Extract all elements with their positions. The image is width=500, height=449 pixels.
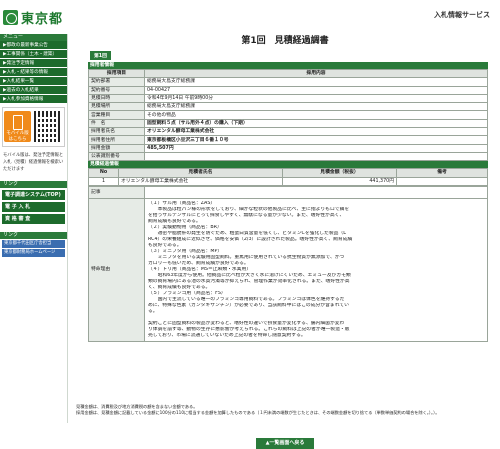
adopter-section-header: 採用者情報 (88, 62, 488, 69)
result-panel: 採用者情報 採用項目 採用内容 契約部署 総務局大島支庁総務課 契約番号 04-00… (88, 62, 488, 342)
table-row: 契約部署 総務局大島支庁総務課 (88, 77, 488, 87)
table-row: 1 オリエンタル酵母工業株式会社 441,370円 (88, 176, 488, 186)
main-content: 第1回 見積経過調書 第1回 採用者情報 採用項目 採用内容 契約部署 総務局大島… (72, 34, 498, 449)
reason-label: 特命理由 (88, 197, 145, 342)
mobile-note: モバイル版は、発注予定情報と入札（見積）経過情報を検索いただけます (3, 153, 64, 172)
back-to-list-button[interactable]: ▲一覧画面へ戻る (256, 438, 314, 449)
mobile-sub-label: はこちら (8, 137, 27, 142)
row-label: 公表識別番号 (88, 151, 145, 162)
row-label: 営業種目 (88, 110, 145, 120)
col-note-header: 備考 (396, 168, 488, 178)
row-value: 固型飼料５点（サル用外４点）の購入（下期） (144, 118, 488, 129)
mobile-box: モバイル版 はこちら (2, 107, 65, 147)
sidebar-item-results[interactable]: ▶入札結果一覧 (0, 77, 67, 86)
adopter-table: 採用項目 採用内容 契約部署 総務局大島支庁総務課 契約番号 04-00427 見積… (88, 68, 488, 162)
system-name: 入札情報サービス (434, 11, 490, 19)
row-label: 契約番号 (88, 85, 145, 95)
sidebar-bottom-header: リンク (0, 232, 67, 239)
remarks-table: 記事 特命理由 （１）サル用（商品名：ZAS） 本製品は粒パン様の形状をしており… (88, 185, 488, 342)
bid-amount: 441,370円 (282, 176, 397, 186)
table-row: 営業種目 その他の物品 (88, 110, 488, 120)
col-name-header: 見積者氏名 (118, 168, 283, 178)
table-row: 採用金額 485,507円 (88, 143, 488, 153)
row-value: その他の物品 (144, 110, 488, 120)
remarks-label: 記事 (88, 185, 145, 199)
bid-section-header: 見積経過情報 (88, 161, 488, 169)
col-amount-header: 見積金額（税抜） (282, 168, 397, 178)
qr-code-icon (34, 111, 61, 142)
tokyo-logo[interactable]: 東京都 (3, 8, 63, 27)
sidebar-item-latest[interactable]: ▶都政の最新事業公告 (0, 41, 67, 50)
sidebar: メニュー ▶都政の最新事業公告 ▶工事関係（土木・建築） ▶発注予定情報 ▶入札… (0, 34, 68, 423)
row-value (144, 151, 488, 162)
table-row: 見積日時 令和4年9月14日 午前9時00分 (88, 93, 488, 104)
e-bidding-link[interactable]: 電 子 入 札 (2, 202, 65, 212)
row-value: 総務局大島支庁総務課 (144, 77, 488, 87)
row-value: 令和4年9月14日 午前9時00分 (144, 93, 488, 104)
sidebar-item-construction[interactable]: ▶工事関係（土木・建築） (0, 50, 67, 59)
sidebar-item-qualification[interactable]: ▶入札参加資格情報 (0, 95, 67, 104)
logo-text: 東京都 (21, 12, 64, 27)
chiyoda-link[interactable]: 東京都千代田区庁舎担当 (2, 240, 65, 248)
row-label: 採用者住所 (88, 135, 145, 145)
table-row: 契約番号 04-00427 (88, 85, 488, 95)
tokyo-emblem-icon (3, 10, 18, 25)
footnote-2: 採用金額は、見積金額に記載している金額に100分の110に相当する金額を加算した… (76, 410, 440, 415)
col-content-header: 採用内容 (144, 68, 488, 79)
row-value: 総務局大島支庁総務課 (144, 102, 488, 112)
row-value: 東京都板橋区小豆沢三丁目６番１０号 (144, 135, 488, 145)
sidebar-item-past-results[interactable]: ▶過去の入札結果 (0, 86, 67, 95)
row-label: 見積日時 (88, 93, 145, 104)
row-label: 採用者氏名 (88, 127, 145, 137)
table-row: 件 名固型飼料５点（サル用外４点）の購入（下期） (88, 118, 488, 129)
sidebar-links-header: リンク (0, 181, 67, 188)
bid-note (396, 176, 488, 186)
reason-text: （１）サル用（商品名：ZAS） 本製品は粒パン様の形状をしており、細かな粒状の他… (144, 197, 488, 342)
row-label: 契約部署 (88, 77, 145, 87)
row-value: 04-00427 (144, 85, 488, 95)
qualification-review-link[interactable]: 資 格 審 査 (2, 214, 65, 224)
sidebar-item-plan[interactable]: ▶発注予定情報 (0, 59, 67, 68)
table-row: 見積場所 総務局大島支庁総務課 (88, 102, 488, 112)
col-no-header: No (88, 168, 119, 178)
mobile-button[interactable]: モバイル版 はこちら (4, 111, 31, 142)
sidebar-menu-header: メニュー (0, 34, 67, 41)
bid-table: No 見積者氏名 見積金額（税抜） 備考 1 オリエンタル酵母工業株式会社 44… (88, 168, 488, 186)
table-row: 採用者氏名 オリエンタル酵母工業株式会社 (88, 127, 488, 137)
e-procurement-top-link[interactable]: 電子調達システム(TOP) (2, 190, 65, 200)
reason-line: 売しており、市場に流通していないため上記の者を特命し随意契約する。 (148, 332, 306, 338)
page-title: 第1回 見積経過調書 (241, 36, 329, 46)
site-header: 東京都 入札情報サービス (0, 0, 500, 34)
bid-name: オリエンタル酵母工業株式会社 (118, 176, 283, 186)
row-value: オリエンタル酵母工業株式会社 (144, 127, 488, 137)
finance-bureau-link[interactable]: 東京都財務局ホームページ (2, 249, 65, 257)
row-value: 485,507円 (144, 143, 488, 153)
footnotes: 見積金額は、消費税及び地方消費税の額を含まない金額である。 採用金額は、見積金額… (76, 404, 496, 416)
bid-no: 1 (88, 176, 119, 186)
table-row: 採用者住所 東京都板橋区小豆沢三丁目６番１０号 (88, 135, 488, 145)
col-item-header: 採用項目 (88, 68, 145, 79)
round-tab: 第1回 (90, 51, 111, 60)
table-row: 公表識別番号 (88, 151, 488, 162)
sidebar-item-bid-info[interactable]: ▶入札・結果等の情報 (0, 68, 67, 77)
row-label: 見積場所 (88, 102, 145, 112)
row-label: 件 名 (88, 118, 145, 129)
remarks-value (144, 185, 488, 199)
row-label: 採用金額 (88, 143, 145, 153)
